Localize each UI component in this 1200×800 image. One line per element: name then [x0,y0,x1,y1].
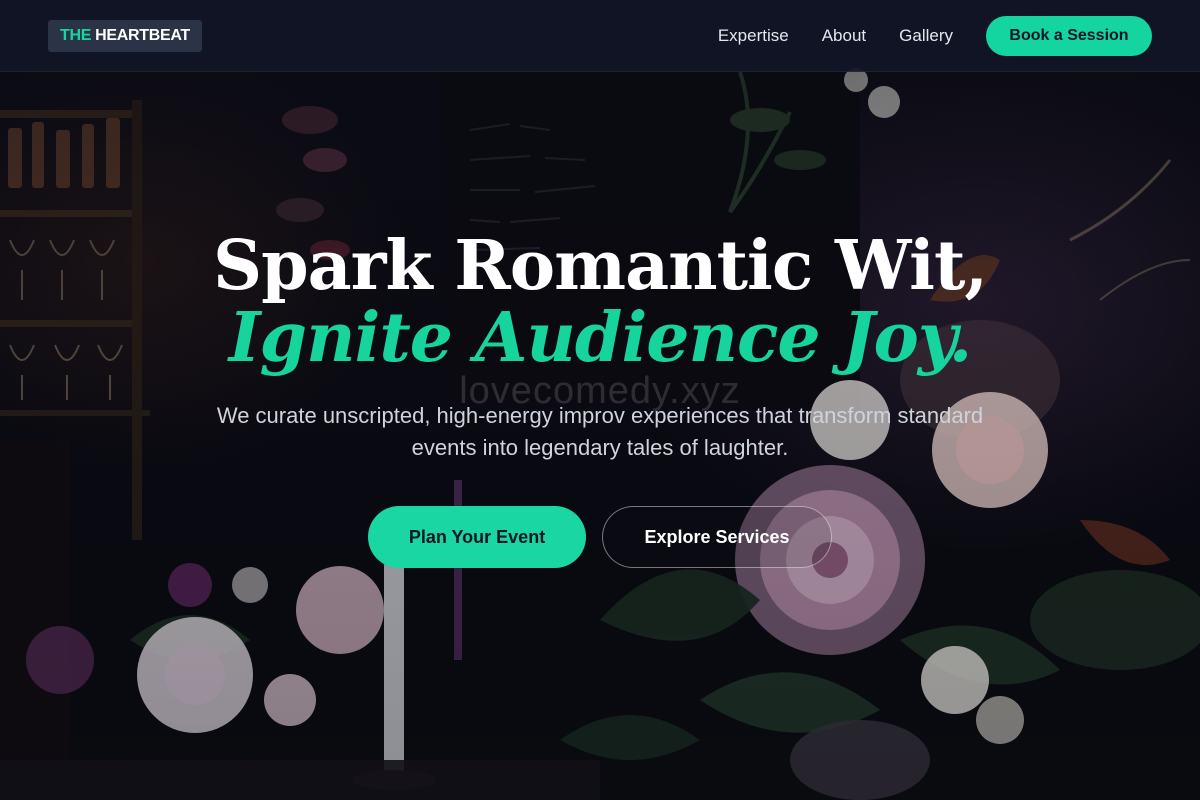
explore-services-button[interactable]: Explore Services [602,506,832,568]
hero-subtitle: We curate unscripted, high-energy improv… [216,403,984,460]
hero-title: Spark Romantic Wit, Ignite Audience Joy. [0,230,1200,374]
logo-accent-text: THE [60,26,92,44]
nav-link-gallery[interactable]: Gallery [899,26,953,46]
plan-event-button[interactable]: Plan Your Event [368,506,586,568]
site-header: THE HEARTBEAT Expertise About Gallery Boo… [0,0,1200,72]
logo-main-text: HEARTBEAT [95,26,190,44]
hero-title-line-1: Spark Romantic Wit, [212,226,988,306]
main-nav: Expertise About Gallery Book a Session [718,15,1152,56]
nav-link-expertise[interactable]: Expertise [718,26,789,46]
hero-section: lovecomedy.xyz Spark Romantic Wit, Ignit… [0,230,1200,568]
hero-title-line-2: Ignite Audience Joy. [228,298,973,378]
site-logo[interactable]: THE HEARTBEAT [48,19,202,52]
book-session-button[interactable]: Book a Session [986,15,1152,56]
hero-cta-group: Plan Your Event Explore Services [0,506,1200,568]
landing-page: THE HEARTBEAT Expertise About Gallery Boo… [0,0,1200,800]
nav-link-about[interactable]: About [822,26,866,46]
